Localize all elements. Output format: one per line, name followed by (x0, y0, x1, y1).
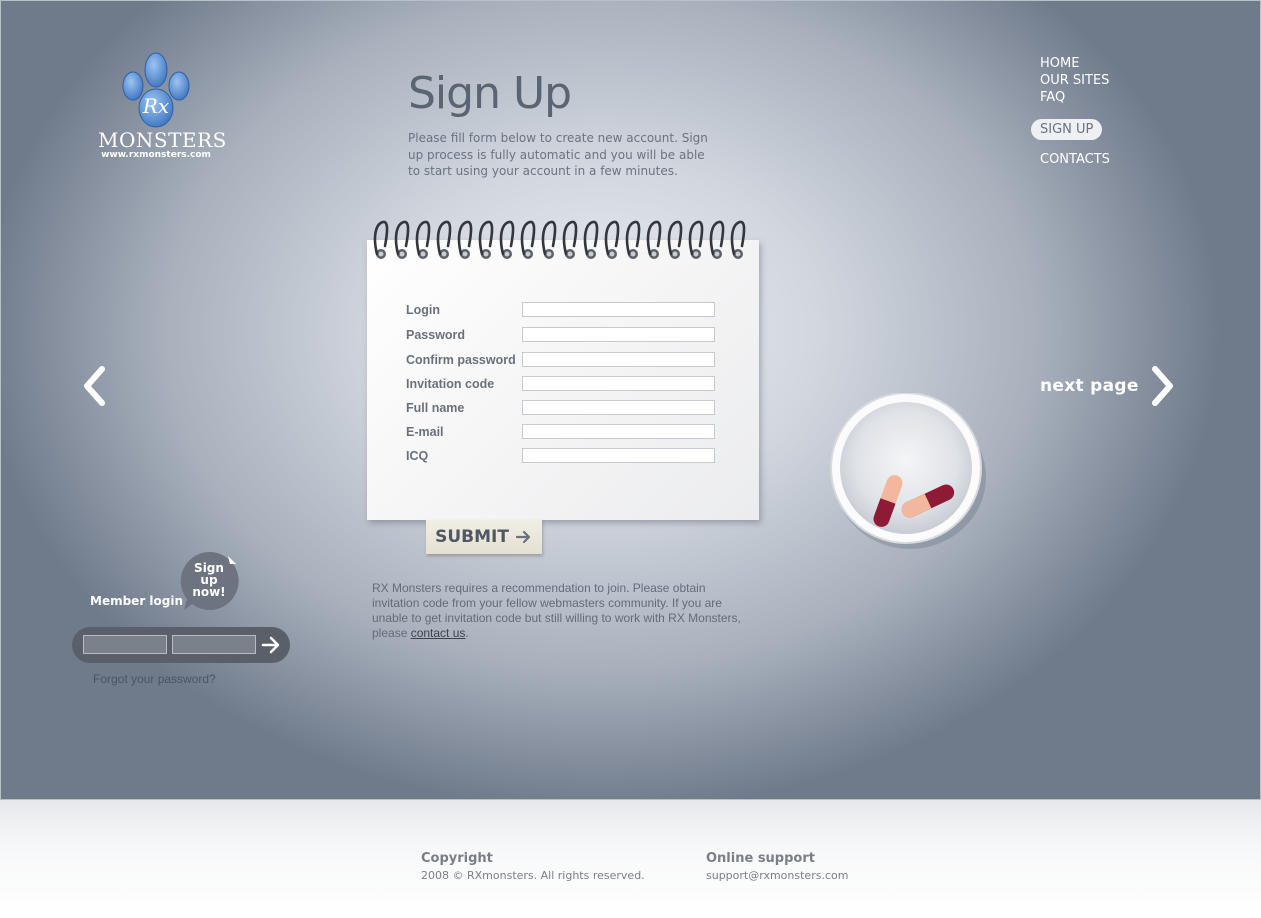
nav-home[interactable]: HOME (1031, 55, 1119, 72)
member-login-label: Member login (90, 594, 184, 608)
site-logo[interactable]: Rx MONSTERS www.rxmonsters.com (98, 50, 227, 160)
form-row-email: E-mail (406, 424, 715, 439)
confirm-password-label: Confirm password (406, 352, 516, 367)
nav-contacts[interactable]: CONTACTS (1031, 151, 1119, 168)
ring-hole-highlight (420, 251, 426, 257)
prev-page-button[interactable] (78, 364, 112, 412)
ring-hole-highlight (399, 251, 405, 257)
invitation-code-input[interactable] (522, 376, 715, 391)
logo-name: MONSTERS (98, 128, 227, 152)
member-login-input[interactable] (83, 635, 167, 654)
ring-hole-highlight (651, 251, 657, 257)
spiral-binding-icon (373, 220, 746, 259)
ring-hole-highlight (525, 251, 531, 257)
password-input[interactable] (522, 327, 715, 342)
next-page-button[interactable]: next page (1040, 364, 1179, 408)
support-heading: Online support (706, 851, 815, 866)
nav-faq[interactable]: FAQ (1031, 89, 1119, 106)
ring-hole-highlight (378, 251, 384, 257)
sign-up-now-bubble[interactable]: Sign up now! (181, 562, 237, 598)
arrow-right-icon (261, 636, 280, 654)
ring-hole-highlight (546, 251, 552, 257)
icq-label: ICQ (406, 448, 429, 463)
ring-hole-highlight (630, 251, 636, 257)
page-intro: Please fill form below to create new acc… (408, 131, 708, 178)
logo-url: www.rxmonsters.com (101, 150, 211, 160)
ring-hole-highlight (693, 251, 699, 257)
chevron-right-icon (1151, 366, 1173, 406)
login-label: Login (406, 302, 441, 317)
icq-input[interactable] (522, 448, 715, 463)
ring-hole-highlight (441, 251, 447, 257)
paw-logo-icon (122, 52, 190, 128)
ring-hole-highlight (609, 251, 615, 257)
email-label: E-mail (406, 424, 444, 439)
logo-mark: Rx (142, 94, 170, 118)
member-password-input[interactable] (172, 635, 256, 654)
bubble-line-3: now! (192, 585, 226, 599)
ring-hole-highlight (714, 251, 720, 257)
next-page-label: next page (1040, 376, 1139, 396)
confirm-password-input[interactable] (522, 352, 715, 367)
ring-hole-highlight (672, 251, 678, 257)
forgot-password-link[interactable]: Forgot your password? (93, 672, 216, 686)
submit-button[interactable]: SUBMIT (426, 520, 542, 554)
ring-hole-highlight (504, 251, 510, 257)
page-title: Sign Up (408, 68, 572, 119)
ring-hole-highlight (567, 251, 573, 257)
footer-support: Online support support@rxmonsters.com (706, 851, 848, 882)
form-row-login: Login (406, 302, 715, 317)
arrow-right-icon (515, 530, 531, 544)
support-email[interactable]: support@rxmonsters.com (706, 869, 848, 882)
form-row-full-name: Full name (406, 400, 715, 415)
member-login-bar (72, 627, 290, 663)
form-row-password: Password (406, 327, 715, 342)
copyright-text: 2008 © RXmonsters. All rights reserved. (421, 869, 645, 882)
ring-hole-highlight (462, 251, 468, 257)
invitation-notice: RX Monsters requires a recommendation to… (372, 581, 752, 641)
nav-sign-up[interactable]: SIGN UP (1031, 119, 1103, 140)
signup-notepad: Login Password Confirm password Invitati… (367, 240, 759, 520)
footer-copyright: Copyright 2008 © RXmonsters. All rights … (421, 851, 645, 882)
submit-label: SUBMIT (435, 527, 509, 547)
invitation-code-label: Invitation code (406, 376, 495, 391)
ring-hole-highlight (588, 251, 594, 257)
chevron-left-icon (84, 366, 105, 406)
pill-cup-icon (830, 393, 986, 549)
main-nav: HOME OUR SITES FAQ SIGN UP CONTACTS (1031, 55, 1119, 168)
ring-hole-highlight (735, 251, 741, 257)
notice-end: . (465, 626, 469, 640)
form-row-confirm-password: Confirm password (406, 352, 715, 367)
full-name-label: Full name (406, 400, 465, 415)
password-label: Password (406, 327, 466, 342)
email-input[interactable] (522, 424, 715, 439)
form-row-icq: ICQ (406, 448, 715, 463)
ring-hole-highlight (483, 251, 489, 257)
nav-our-sites[interactable]: OUR SITES (1031, 72, 1119, 89)
login-go-button[interactable] (260, 635, 282, 655)
login-input[interactable] (522, 302, 715, 317)
contact-us-link[interactable]: contact us (411, 626, 466, 640)
full-name-input[interactable] (522, 400, 715, 415)
copyright-heading: Copyright (421, 851, 493, 866)
form-row-invitation-code: Invitation code (406, 376, 715, 391)
